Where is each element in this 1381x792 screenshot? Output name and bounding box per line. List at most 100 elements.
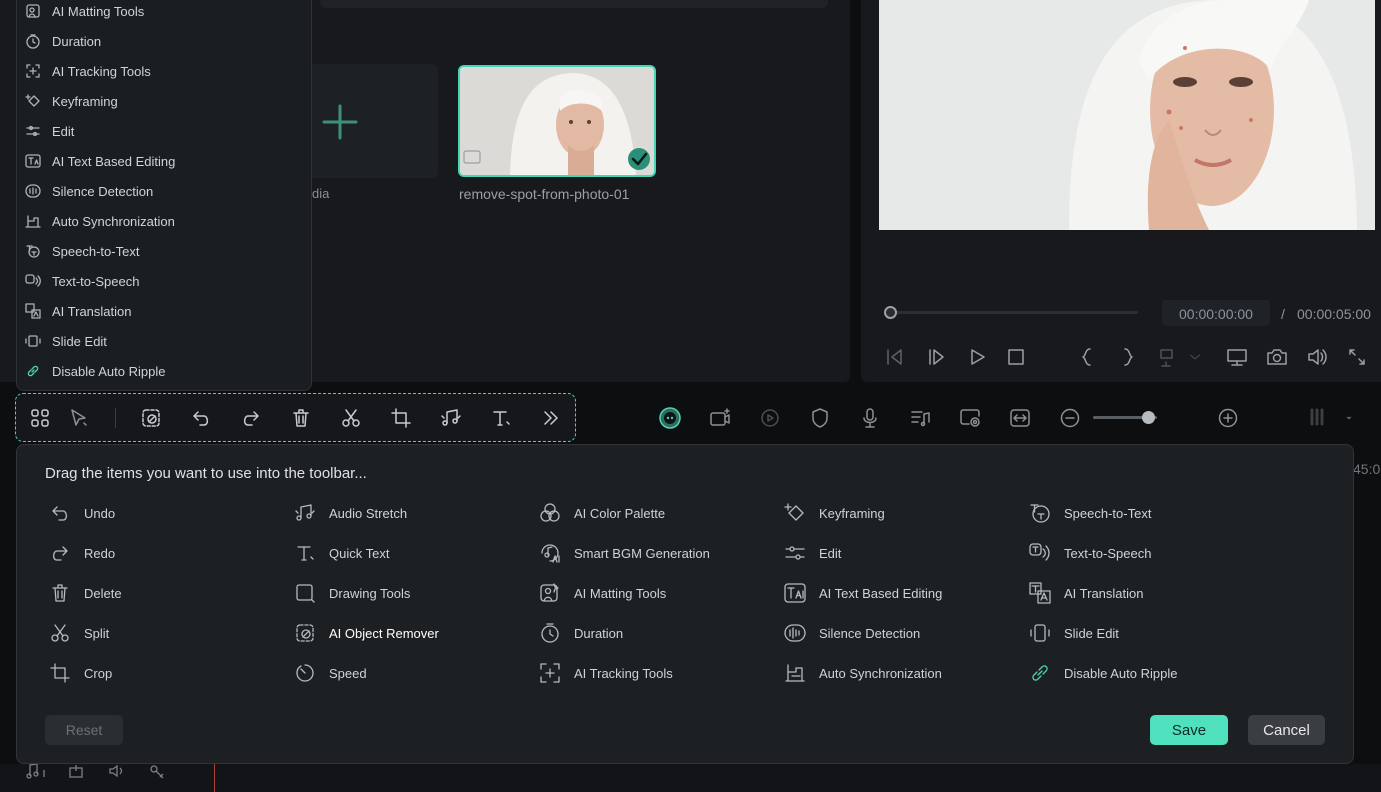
next-frame-icon[interactable] (926, 346, 948, 368)
select-pointer-icon[interactable] (66, 405, 92, 431)
menu-item-keyframing[interactable]: Keyframing (17, 86, 307, 116)
text-icon[interactable] (488, 405, 514, 431)
timeline-ruler-label: 45:0 (1353, 461, 1381, 477)
matting-icon (23, 1, 43, 21)
toolbar-option-text-to-speech[interactable]: Text-to-Speech (1029, 538, 1151, 568)
toolbar-option-speech-to-text[interactable]: Speech-to-Text (1029, 498, 1151, 528)
toolbar-option-speed[interactable]: Speed (294, 658, 367, 688)
ai-copilot-icon[interactable] (657, 405, 683, 431)
toolbar-option-auto-sync[interactable]: Auto Synchronization (784, 658, 942, 688)
audio-stretch-icon[interactable] (438, 405, 464, 431)
bgm-icon (539, 542, 561, 564)
chevron-down-icon[interactable] (1188, 350, 1202, 364)
caret-down-icon[interactable] (1336, 405, 1362, 431)
track-settings-icon[interactable] (148, 763, 166, 779)
music-track-icon[interactable] (25, 762, 51, 780)
crop-icon[interactable] (388, 405, 414, 431)
slide-edit-icon (23, 331, 43, 351)
scrubber-handle[interactable] (884, 306, 897, 319)
insert-icon[interactable] (1158, 346, 1180, 368)
scissors-icon[interactable] (338, 405, 364, 431)
toolbar-option-ai-translation[interactable]: AI Translation (1029, 578, 1144, 608)
menu-item-silence-detection[interactable]: Silence Detection (17, 176, 307, 206)
trash-icon[interactable] (288, 405, 314, 431)
fit-timeline-icon[interactable] (1007, 405, 1033, 431)
fullscreen-icon[interactable] (1346, 346, 1368, 368)
toolbar-option-smart-bgm[interactable]: Smart BGM Generation (539, 538, 710, 568)
zoom-slider-handle[interactable] (1142, 411, 1155, 424)
zoom-in-icon[interactable] (1215, 405, 1241, 431)
ai-video-icon[interactable] (707, 405, 733, 431)
grid-icon[interactable] (27, 405, 53, 431)
scissors-icon (49, 622, 71, 644)
toolbar-option-disable-auto-ripple[interactable]: Disable Auto Ripple (1029, 658, 1177, 688)
redo-icon[interactable] (238, 405, 264, 431)
playhead[interactable] (214, 764, 215, 792)
menu-item-edit[interactable]: Edit (17, 116, 307, 146)
more-chevrons-icon[interactable] (538, 405, 564, 431)
toolbar-option-duration[interactable]: Duration (539, 618, 623, 648)
menu-item-slide-edit[interactable]: Slide Edit (17, 326, 307, 356)
clip-thumbnail[interactable] (458, 65, 656, 177)
screen-record-icon[interactable] (957, 405, 983, 431)
playback-scrubber[interactable] (890, 311, 1138, 314)
toolbar-option-ai-color-palette[interactable]: AI Color Palette (539, 498, 665, 528)
add-track-icon[interactable] (68, 763, 84, 779)
toolbar-option-ai-text-editing[interactable]: AI Text Based Editing (784, 578, 942, 608)
matting-icon (539, 582, 561, 604)
display-icon[interactable] (1226, 346, 1248, 368)
shield-icon[interactable] (807, 405, 833, 431)
object-remover-icon[interactable] (138, 405, 164, 431)
text-ai-icon (23, 151, 43, 171)
play-icon[interactable] (966, 346, 988, 368)
menu-item-ai-text-editing[interactable]: AI Text Based Editing (17, 146, 307, 176)
toolbar-option-quick-text[interactable]: Quick Text (294, 538, 389, 568)
toolbar-option-keyframing[interactable]: Keyframing (784, 498, 885, 528)
keyframe-icon (784, 502, 806, 524)
volume-icon[interactable] (1306, 346, 1328, 368)
previous-frame-icon[interactable] (884, 346, 906, 368)
toolbar-option-ai-object-remover[interactable]: AI Object Remover (294, 618, 439, 648)
menu-item-ai-tracking[interactable]: AI Tracking Tools (17, 56, 307, 86)
redo-icon (49, 542, 71, 564)
stop-icon[interactable] (1005, 346, 1027, 368)
toolbar-option-crop[interactable]: Crop (49, 658, 112, 688)
toolbar-option-audio-stretch[interactable]: Audio Stretch (294, 498, 407, 528)
reset-button[interactable]: Reset (45, 715, 123, 745)
toolbar-option-ai-tracking[interactable]: AI Tracking Tools (539, 658, 673, 688)
trash-icon (49, 582, 71, 604)
menu-item-duration[interactable]: Duration (17, 26, 307, 56)
audio-mix-icon[interactable] (907, 405, 933, 431)
toolbar-option-slide-edit[interactable]: Slide Edit (1029, 618, 1119, 648)
track-layout-icon[interactable] (1304, 405, 1330, 431)
menu-item-disable-auto-ripple[interactable]: Disable Auto Ripple (17, 356, 307, 386)
text-speech-icon (23, 271, 43, 291)
undo-icon[interactable] (188, 405, 214, 431)
menu-item-auto-sync[interactable]: Auto Synchronization (17, 206, 307, 236)
motion-icon[interactable] (757, 405, 783, 431)
mark-out-icon[interactable] (1117, 346, 1139, 368)
menu-item-text-to-speech[interactable]: Text-to-Speech (17, 266, 307, 296)
toolbar-option-drawing-tools[interactable]: Drawing Tools (294, 578, 410, 608)
toolbar-option-silence-detection[interactable]: Silence Detection (784, 618, 920, 648)
toolbar-option-undo[interactable]: Undo (49, 498, 115, 528)
toolbar-option-ai-matting[interactable]: AI Matting Tools (539, 578, 666, 608)
text-ai-icon (784, 582, 806, 604)
toolbar-option-split[interactable]: Split (49, 618, 109, 648)
toolbar-option-redo[interactable]: Redo (49, 538, 115, 568)
zoom-out-icon[interactable] (1057, 405, 1083, 431)
save-button[interactable]: Save (1150, 715, 1228, 745)
cancel-button[interactable]: Cancel (1248, 715, 1325, 745)
menu-item-ai-translation[interactable]: AI Translation (17, 296, 307, 326)
toolbar-option-delete[interactable]: Delete (49, 578, 122, 608)
toolbar-option-edit[interactable]: Edit (784, 538, 841, 568)
microphone-icon[interactable] (857, 405, 883, 431)
menu-item-speech-to-text[interactable]: Speech-to-Text (17, 236, 307, 266)
sync-icon (23, 211, 43, 231)
sliders-icon (784, 542, 806, 564)
undo-icon (49, 502, 71, 524)
mark-in-icon[interactable] (1076, 346, 1098, 368)
camera-icon[interactable] (1266, 346, 1288, 368)
menu-item-ai-matting[interactable]: AI Matting Tools (17, 0, 307, 26)
track-volume-icon[interactable] (108, 763, 126, 779)
